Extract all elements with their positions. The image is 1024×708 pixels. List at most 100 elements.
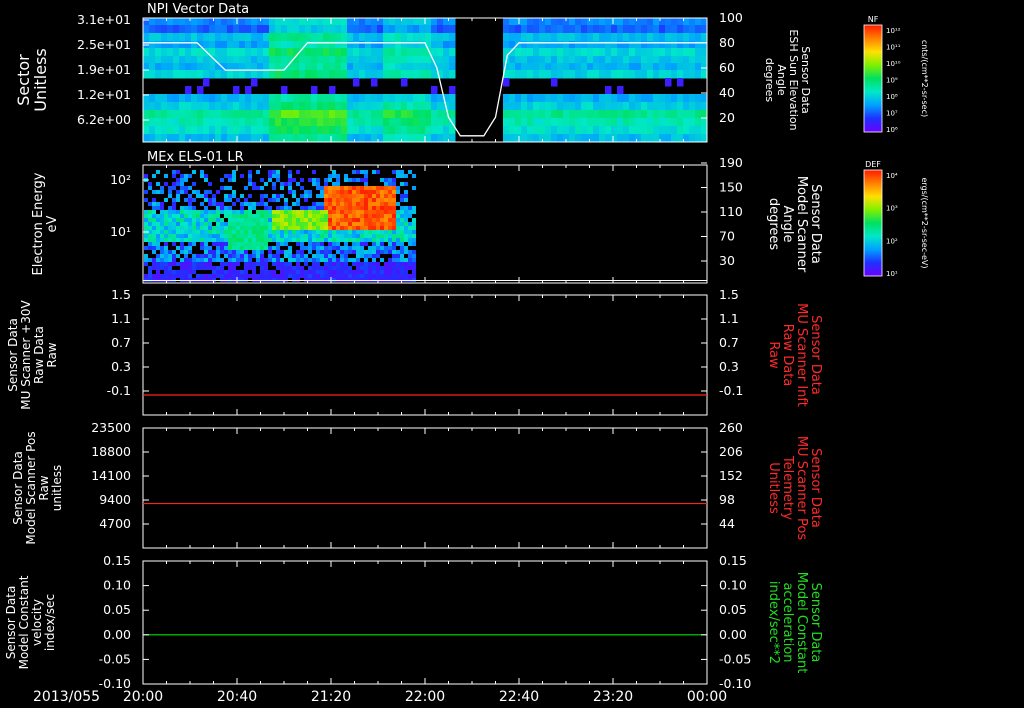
- els-heat-cell: [216, 218, 220, 222]
- npi-heat-cell: [545, 126, 552, 135]
- npi-heat-cell: [509, 56, 516, 64]
- els-heat-cell: [296, 250, 300, 254]
- els-heat-cell: [204, 218, 208, 222]
- els-heat-cell: [392, 254, 396, 258]
- els-heat-cell: [208, 238, 212, 242]
- els-heat-cell: [184, 266, 188, 270]
- npi-heat-cell: [677, 126, 684, 135]
- els-heat-cell: [304, 274, 308, 278]
- els-heat-cell: [372, 278, 376, 282]
- npi-heat-cell: [449, 86, 456, 95]
- els-heat-cell: [296, 258, 300, 262]
- els-heat-cell: [232, 202, 236, 206]
- els-heat-cell: [240, 174, 244, 178]
- npi-heat-cell: [611, 41, 618, 49]
- npi-heat-cell: [233, 126, 240, 135]
- els-heat-cell: [328, 214, 332, 218]
- els-heat-cell: [360, 238, 364, 242]
- npi-heat-cell: [251, 18, 258, 26]
- els-heat-cell: [320, 258, 324, 262]
- els-heat-cell: [228, 242, 232, 246]
- npi-heat-cell: [449, 110, 456, 119]
- els-heat-cell: [284, 278, 288, 282]
- npi-heat-cell: [659, 63, 666, 71]
- els-heat-cell: [160, 246, 164, 250]
- npi-heat-cell: [515, 33, 522, 42]
- npi-heat-cell: [329, 33, 336, 42]
- els-heat-cell: [168, 262, 172, 266]
- els-heat-cell: [248, 194, 252, 198]
- els-heat-cell: [368, 202, 372, 206]
- els-heat-cell: [200, 238, 204, 242]
- npi-heat-cell: [215, 102, 222, 111]
- npi-heat-cell: [671, 94, 678, 103]
- els-heat-cell: [184, 262, 188, 266]
- els-heat-cell: [204, 274, 208, 278]
- npi-heat-cell: [635, 70, 642, 79]
- npi-heat-cell: [311, 33, 318, 42]
- els-heat-cell: [392, 198, 396, 202]
- els-heat-cell: [208, 226, 212, 230]
- els-heat-cell: [188, 250, 192, 254]
- colorbar-tick-label: 10⁷: [886, 110, 898, 118]
- els-heat-cell: [356, 190, 360, 194]
- els-heat-cell: [316, 278, 320, 282]
- els-heat-cell: [344, 238, 348, 242]
- els-heat-cell: [256, 214, 260, 218]
- els-heat-cell: [144, 274, 148, 278]
- els-heat-cell: [404, 214, 408, 218]
- els-heat-cell: [300, 226, 304, 230]
- els-heat-cell: [244, 274, 248, 278]
- els-heat-cell: [396, 234, 400, 238]
- right-tick-label: 0.00: [719, 627, 747, 642]
- els-heat-cell: [260, 202, 264, 206]
- els-heat-cell: [152, 214, 156, 218]
- npi-heat-cell: [197, 63, 204, 71]
- els-heat-cell: [256, 278, 260, 282]
- y-axis-label-line: Sensor Data: [6, 318, 20, 392]
- els-heat-cell: [296, 210, 300, 214]
- npi-heat-cell: [581, 94, 588, 103]
- els-heat-cell: [376, 222, 380, 226]
- els-heat-cell: [180, 274, 184, 278]
- npi-heat-cell: [593, 41, 600, 49]
- els-heat-cell: [348, 190, 352, 194]
- npi-heat-cell: [359, 134, 366, 143]
- els-heat-cell: [328, 266, 332, 270]
- npi-heat-cell: [413, 56, 420, 64]
- npi-heat-cell: [527, 70, 534, 79]
- time-tick-label: 22:00: [405, 689, 445, 705]
- els-heat-cell: [396, 214, 400, 218]
- els-heat-cell: [268, 198, 272, 202]
- els-heat-cell: [336, 198, 340, 202]
- npi-heat-cell: [209, 63, 216, 71]
- npi-heat-cell: [623, 110, 630, 119]
- els-heat-cell: [252, 234, 256, 238]
- npi-heat-cell: [155, 70, 162, 79]
- npi-heat-cell: [563, 102, 570, 111]
- npi-heat-cell: [641, 70, 648, 79]
- npi-heat-cell: [665, 126, 672, 135]
- npi-heat-cell: [341, 126, 348, 135]
- els-heat-cell: [360, 242, 364, 246]
- npi-heat-cell: [371, 126, 378, 135]
- els-heat-cell: [148, 222, 152, 226]
- els-heat-cell: [228, 230, 232, 234]
- els-heat-cell: [308, 194, 312, 198]
- els-heat-cell: [220, 266, 224, 270]
- npi-heat-cell: [269, 94, 276, 103]
- els-heat-cell: [292, 194, 296, 198]
- npi-heat-cell: [407, 33, 414, 42]
- els-heat-cell: [324, 246, 328, 250]
- els-heat-cell: [412, 174, 416, 178]
- els-heat-cell: [296, 202, 300, 206]
- npi-heat-cell: [419, 70, 426, 79]
- els-heat-cell: [192, 278, 196, 282]
- npi-heat-cell: [317, 94, 324, 103]
- els-heat-cell: [268, 210, 272, 214]
- els-heat-cell: [288, 234, 292, 238]
- els-heat-cell: [328, 226, 332, 230]
- els-heat-cell: [380, 242, 384, 246]
- npi-heat-cell: [359, 126, 366, 135]
- els-heat-cell: [396, 270, 400, 274]
